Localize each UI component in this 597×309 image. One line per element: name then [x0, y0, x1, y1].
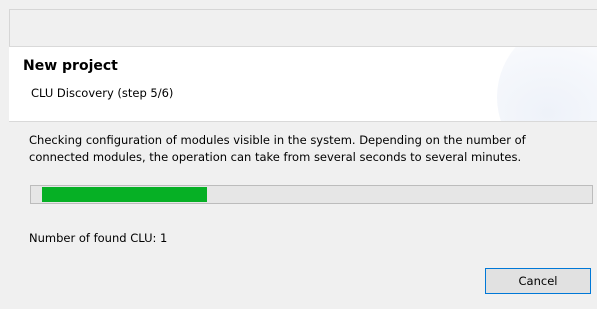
page-subtitle: CLU Discovery (step 5/6) [31, 86, 174, 100]
progress-bar [30, 185, 593, 204]
header-decoration [497, 47, 597, 121]
cancel-button[interactable]: Cancel [485, 268, 591, 294]
found-clu-count: Number of found CLU: 1 [29, 231, 168, 245]
wizard-content: Checking configuration of modules visibl… [9, 122, 597, 309]
progress-bar-fill [42, 187, 207, 202]
title-bar-area [10, 10, 597, 46]
wizard-header: New project CLU Discovery (step 5/6) [9, 46, 597, 122]
page-title: New project [23, 58, 118, 74]
status-description: Checking configuration of modules visibl… [29, 133, 526, 164]
